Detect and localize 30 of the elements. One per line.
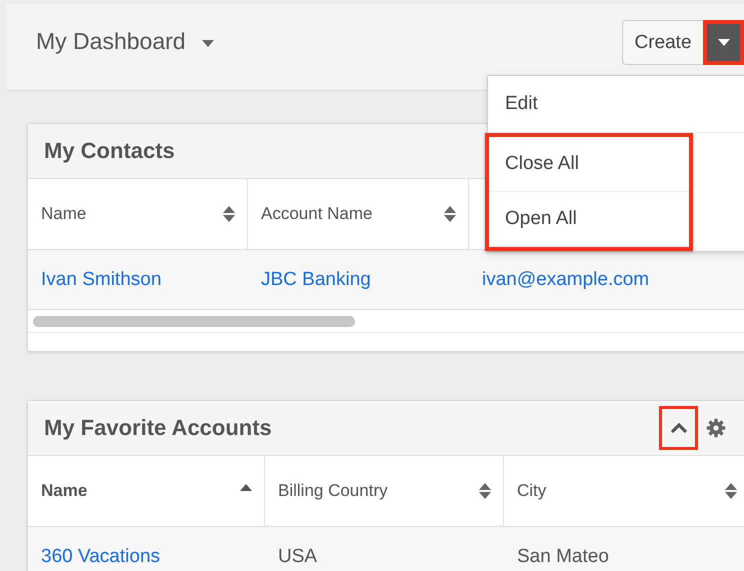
menu-item[interactable]: Close All	[489, 137, 689, 192]
dashlet-title: My Favorite Accounts	[44, 415, 272, 441]
sort-icon[interactable]	[223, 206, 235, 222]
column-label[interactable]: Name	[41, 204, 86, 224]
record-link[interactable]: JBC Banking	[261, 268, 371, 290]
column-label[interactable]: Name	[41, 481, 88, 501]
sort-ascending-icon[interactable]	[240, 484, 252, 490]
menu-item[interactable]: Edit	[488, 76, 744, 133]
column-label[interactable]: Account Name	[261, 204, 372, 224]
collapse-button[interactable]	[659, 406, 698, 450]
caret-icon[interactable]	[202, 40, 214, 47]
table-cell: San Mateo	[517, 546, 609, 568]
settings-icon[interactable]	[706, 418, 726, 438]
dashlet-title: My Contacts	[44, 138, 175, 164]
create-button[interactable]: Create	[622, 20, 703, 65]
sort-icon[interactable]	[444, 206, 456, 222]
sort-icon[interactable]	[725, 483, 737, 499]
dashboard-title[interactable]: My Dashboard	[36, 28, 186, 55]
record-link[interactable]: Ivan Smithson	[41, 268, 162, 290]
caret-icon	[718, 39, 730, 46]
record-link[interactable]: ivan@example.com	[482, 268, 650, 290]
chevron-up-icon	[670, 422, 688, 434]
sort-icon[interactable]	[479, 483, 491, 499]
create-menu-toggle[interactable]	[703, 20, 744, 65]
table-cell: USA	[278, 546, 318, 568]
record-link[interactable]: 360 Vacations	[41, 546, 160, 568]
column-label[interactable]: City	[517, 481, 546, 501]
scrollbar-thumb[interactable]	[33, 316, 355, 326]
menu-item[interactable]: Open All	[489, 192, 689, 247]
column-label[interactable]: Billing Country	[278, 481, 388, 501]
